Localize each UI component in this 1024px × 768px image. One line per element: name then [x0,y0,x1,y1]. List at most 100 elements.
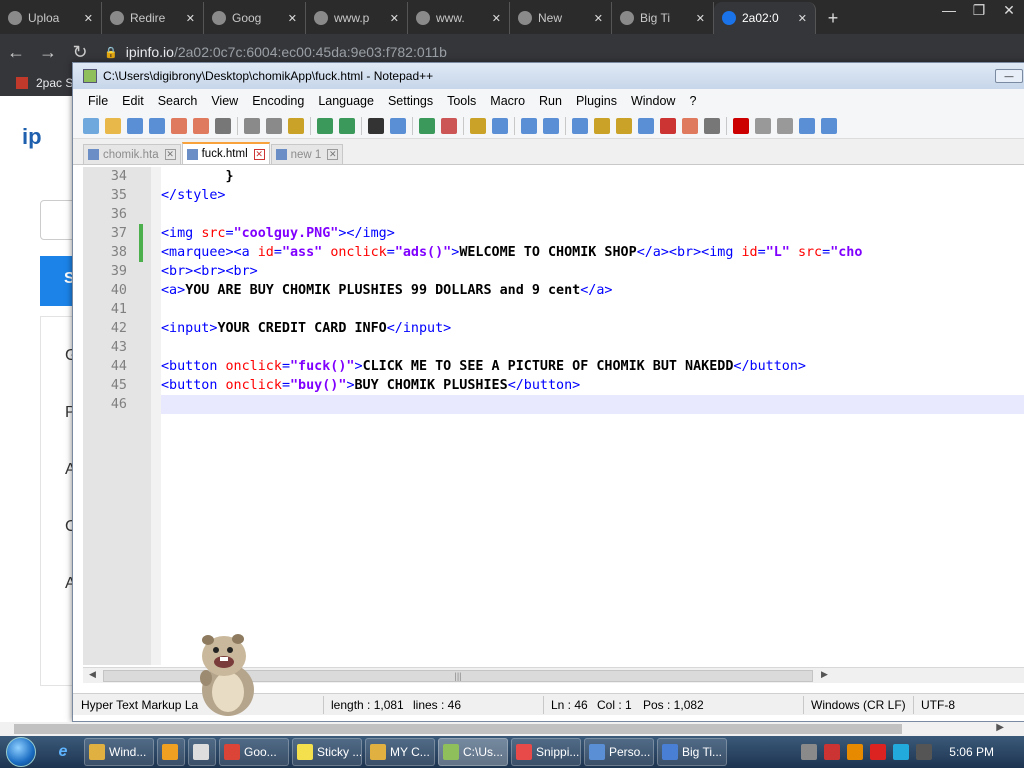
scroll-right-icon[interactable]: ▶ [821,669,828,680]
toolbar-button-icon[interactable] [317,117,333,134]
tray-icon[interactable] [801,744,817,760]
menu-item[interactable]: Edit [115,94,151,108]
toolbar-button-icon[interactable] [441,117,457,134]
taskbar-item[interactable] [188,738,216,766]
toolbar-button-icon[interactable] [368,117,384,134]
menu-item[interactable]: Settings [381,94,440,108]
code-line[interactable]: <button onclick="fuck()">CLICK ME TO SEE… [161,357,806,376]
toolbar-button-icon[interactable] [105,117,121,134]
tray-icon[interactable] [870,744,886,760]
restore-icon[interactable]: ❐ [964,0,994,20]
browser-tab[interactable]: Uploa ✕ [0,2,102,34]
back-icon[interactable]: ← [0,42,32,63]
toolbar-button-icon[interactable] [821,117,837,134]
toolbar-button-icon[interactable] [288,117,304,134]
tab-close-icon[interactable]: ✕ [288,12,297,25]
toolbar-button-icon[interactable] [733,117,749,134]
toolbar-button-icon[interactable] [193,117,209,134]
browser-tab[interactable]: www.p ✕ [306,2,408,34]
close-icon[interactable]: ✕ [994,0,1024,20]
taskbar-item[interactable]: Goo... [219,738,289,766]
taskbar-item[interactable] [157,738,185,766]
code-line[interactable]: </style> [161,186,226,205]
code-line[interactable]: <button onclick="buy()">BUY CHOMIK PLUSH… [161,376,580,395]
code-area[interactable]: } </style> <img src="coolguy.PNG"></img> <m… [161,167,1024,665]
toolbar-button-icon[interactable] [660,117,676,134]
scroll-left-icon[interactable]: ◀ [89,669,96,680]
file-tab[interactable]: fuck.html ✕ [181,142,270,164]
menu-item[interactable]: Macro [483,94,532,108]
toolbar-button-icon[interactable] [244,117,260,134]
menu-item[interactable]: Run [532,94,569,108]
file-tab[interactable]: chomik.hta ✕ [83,144,181,164]
toolbar-button-icon[interactable] [492,117,508,134]
taskbar-item[interactable]: Perso... [584,738,654,766]
tray-icon[interactable] [824,744,840,760]
tab-close-icon[interactable]: ✕ [594,12,603,25]
toolbar-button-icon[interactable] [83,117,99,134]
clock[interactable]: 5:06 PM [949,745,994,759]
taskbar-item[interactable]: Big Ti... [657,738,727,766]
toolbar-button-icon[interactable] [127,117,143,134]
address-bar[interactable]: 🔒 ipinfo.io/2a02:0c7c:6004:ec00:45da:9e0… [104,44,447,60]
menu-item[interactable]: Plugins [569,94,624,108]
page-horizontal-scrollbar[interactable]: ▶ [0,722,1024,736]
tray-icon[interactable] [847,744,863,760]
menu-item[interactable]: Encoding [245,94,311,108]
page-scroll-thumb[interactable] [14,724,902,734]
tab-close-icon[interactable]: ✕ [798,12,807,25]
browser-tab[interactable]: New ✕ [510,2,612,34]
start-button[interactable] [0,736,42,768]
toolbar-button-icon[interactable] [572,117,588,134]
toolbar-button-icon[interactable] [594,117,610,134]
toolbar-button-icon[interactable] [799,117,815,134]
toolbar-button-icon[interactable] [682,117,698,134]
menu-item[interactable]: View [204,94,245,108]
taskbar-item[interactable]: MY C... [365,738,435,766]
toolbar-button-icon[interactable] [638,117,654,134]
tab-close-icon[interactable]: ✕ [390,12,399,25]
toolbar-button-icon[interactable] [755,117,771,134]
menu-item[interactable]: Language [311,94,381,108]
file-tab-close-icon[interactable]: ✕ [253,148,265,160]
bookmark-item[interactable]: 2pac S [36,76,73,90]
toolbar-button-icon[interactable] [215,117,231,134]
tray-icon[interactable] [893,744,909,760]
toolbar-button-icon[interactable] [777,117,793,134]
taskbar-item[interactable]: Snippi... [511,738,581,766]
menu-item[interactable]: Search [151,94,205,108]
file-tab-close-icon[interactable]: ✕ [327,149,339,160]
file-tab[interactable]: new 1 ✕ [270,144,344,164]
menu-item[interactable]: ? [682,94,703,108]
browser-tab[interactable]: Redire ✕ [102,2,204,34]
code-line[interactable]: <input>YOUR CREDIT CARD INFO</input> [161,319,451,338]
code-editor[interactable]: 34 35 36 37 38 39 40 41 42 43 44 45 46 } </style> <img… [83,167,1024,665]
toolbar-button-icon[interactable] [616,117,632,134]
toolbar-button-icon[interactable] [390,117,406,134]
browser-tab[interactable]: Big Ti ✕ [612,2,714,34]
taskbar-item[interactable]: Wind... [84,738,154,766]
browser-tab[interactable]: Goog ✕ [204,2,306,34]
toolbar-button-icon[interactable] [704,117,720,134]
toolbar-button-icon[interactable] [171,117,187,134]
code-line[interactable]: } [161,167,233,186]
file-tab-close-icon[interactable]: ✕ [164,149,176,160]
ipinfo-logo[interactable]: ip [22,124,42,150]
tab-close-icon[interactable]: ✕ [492,12,501,25]
taskbar-item[interactable]: Sticky ... [292,738,362,766]
tab-close-icon[interactable]: ✕ [696,12,705,25]
tray-icon[interactable] [916,744,932,760]
toolbar-button-icon[interactable] [521,117,537,134]
tab-close-icon[interactable]: ✕ [84,12,93,25]
ie-icon[interactable]: e [50,739,76,765]
code-line[interactable]: <marquee><a id="ass" onclick="ads()">WEL… [161,243,862,262]
toolbar-button-icon[interactable] [149,117,165,134]
minimize-button[interactable]: — [995,69,1023,83]
tab-close-icon[interactable]: ✕ [186,12,195,25]
new-tab-icon[interactable]: + [816,2,850,34]
code-line[interactable]: <a>YOU ARE BUY CHOMIK PLUSHIES 99 DOLLAR… [161,281,612,300]
minimize-icon[interactable]: — [934,0,964,20]
toolbar-button-icon[interactable] [339,117,355,134]
code-line[interactable]: <br><br><br> [161,262,258,281]
reload-icon[interactable]: ↻ [64,42,96,63]
